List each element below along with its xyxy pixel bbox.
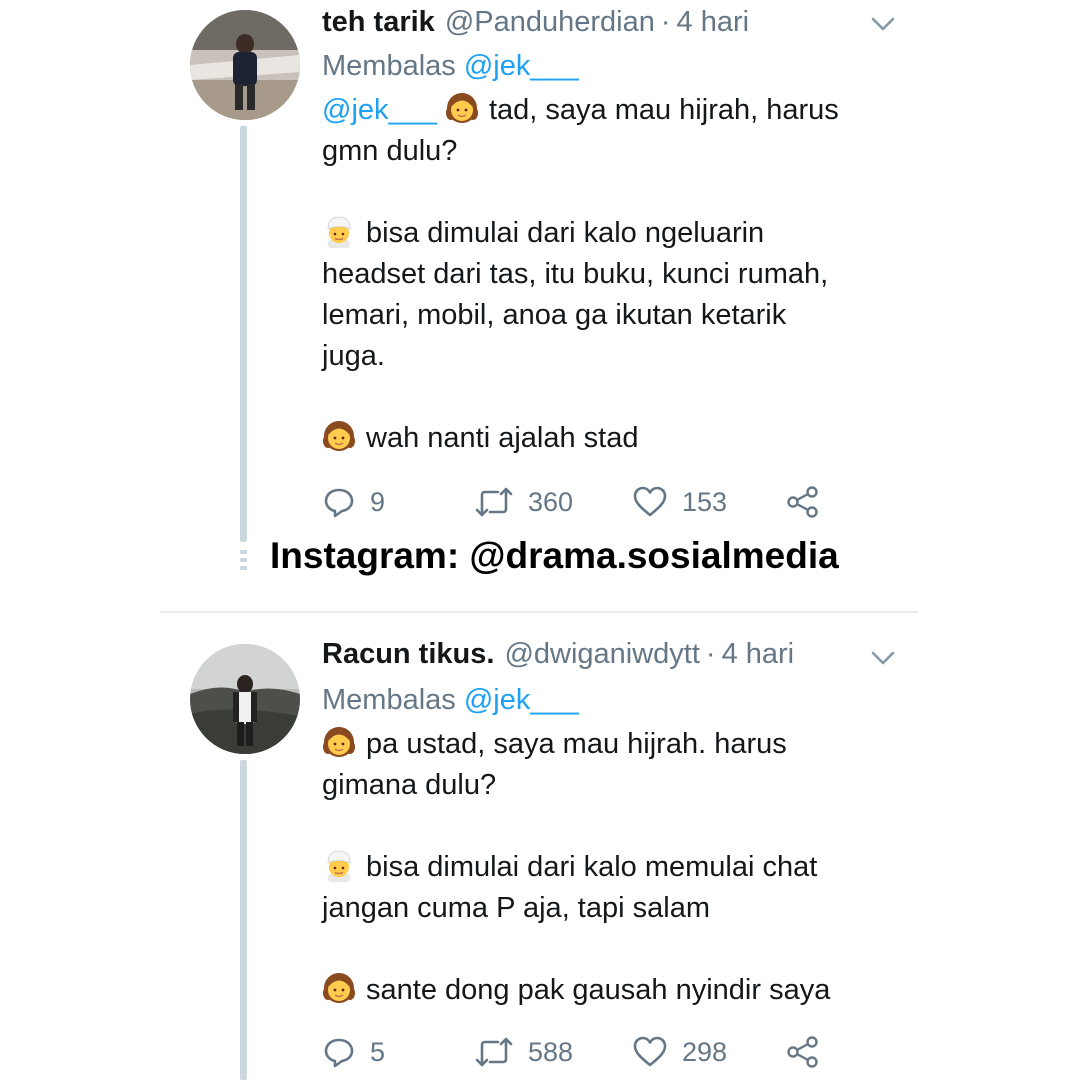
share-icon [786, 485, 820, 519]
caret-down-icon[interactable] [870, 648, 896, 668]
tweet-line: @jek___ tad, saya mau hijrah, harus [322, 90, 902, 131]
timestamp[interactable]: 4 hari [677, 6, 750, 39]
username[interactable]: @Panduherdian [445, 6, 655, 39]
girl-emoji-icon [322, 725, 356, 759]
reply-icon [322, 1035, 356, 1069]
retweet-button[interactable]: 360 [474, 482, 573, 522]
tweet-actions: 5 588 298 [322, 1032, 842, 1072]
girl-emoji-icon [445, 91, 479, 125]
replying-to-mention[interactable]: @jek___ [464, 50, 579, 82]
separator: · [660, 5, 671, 38]
like-count: 153 [682, 486, 728, 517]
reply-icon [322, 485, 356, 519]
tweet-line-text: wah nanti ajalah stad [366, 422, 639, 454]
tweet-line: juga. [322, 340, 385, 372]
like-icon [632, 1035, 668, 1069]
tweet-1[interactable]: teh tarik @Panduherdian · 4 hari Membala… [0, 0, 1080, 600]
separator: · [705, 637, 716, 670]
replying-to: Membalas @jek___ [322, 684, 579, 717]
share-button[interactable] [786, 1032, 820, 1072]
thread-dots [240, 550, 247, 578]
tweet-line: jangan cuma P aja, tapi salam [322, 892, 710, 924]
retweet-icon [474, 1035, 514, 1069]
retweet-button[interactable]: 588 [474, 1032, 573, 1072]
like-count: 298 [682, 1036, 728, 1067]
display-name[interactable]: teh tarik [322, 6, 435, 39]
tweet-actions: 9 360 153 [322, 482, 842, 522]
man-with-turban-emoji-icon [322, 848, 356, 882]
replying-to-mention[interactable]: @jek___ [464, 684, 579, 716]
like-icon [632, 485, 668, 519]
display-name[interactable]: Racun tikus. [322, 638, 494, 671]
girl-emoji-icon [322, 971, 356, 1005]
caret-down-icon[interactable] [870, 14, 896, 34]
tweet-line: wah nanti ajalah stad [322, 418, 902, 459]
tweet-line-text: pa ustad, saya mau hijrah. harus [366, 728, 787, 760]
like-button[interactable]: 153 [632, 482, 727, 522]
share-icon [786, 1035, 820, 1069]
share-button[interactable] [786, 482, 820, 522]
watermark: Instagram: @drama.sosialmedia [270, 535, 839, 576]
tweet-2[interactable]: Racun tikus. @dwiganiwdytt · 4 hari Memb… [0, 614, 1080, 1080]
tweet-line: bisa dimulai dari kalo ngeluarin [322, 213, 902, 254]
tweet-line-text: sante dong pak gausah nyindir saya [366, 974, 831, 1006]
thread-line [240, 126, 247, 542]
tweet-line: pa ustad, saya mau hijrah. harus [322, 724, 902, 765]
tweet-line-text: bisa dimulai dari kalo memulai chat [366, 851, 818, 883]
replying-to-label: Membalas [322, 684, 456, 716]
divider [160, 611, 918, 613]
tweet-line: sante dong pak gausah nyindir saya [322, 970, 902, 1011]
retweet-icon [474, 485, 514, 519]
avatar[interactable] [190, 10, 300, 120]
tweet-text: @jek___ tad, saya mau hijrah, harus gmn … [322, 90, 902, 459]
retweet-count: 588 [528, 1036, 574, 1067]
girl-emoji-icon [322, 419, 356, 453]
thread-line [240, 760, 247, 1080]
username[interactable]: @dwiganiwdytt [504, 638, 699, 671]
replying-to: Membalas @jek___ [322, 50, 579, 83]
mention-link[interactable]: @jek___ [322, 94, 437, 126]
tweet-header: Racun tikus. @dwiganiwdytt · 4 hari [322, 632, 794, 676]
timestamp[interactable]: 4 hari [722, 638, 795, 671]
replying-to-label: Membalas [322, 50, 456, 82]
retweet-count: 360 [528, 486, 574, 517]
reply-count: 5 [370, 1036, 386, 1067]
reply-button[interactable]: 5 [322, 1032, 385, 1072]
tweet-line: gmn dulu? [322, 135, 458, 167]
reply-count: 9 [370, 486, 386, 517]
avatar[interactable] [190, 644, 300, 754]
tweet-text: pa ustad, saya mau hijrah. harus gimana … [322, 724, 902, 1011]
tweet-line-text: tad, saya mau hijrah, harus [488, 94, 839, 126]
man-with-turban-emoji-icon [322, 214, 356, 248]
like-button[interactable]: 298 [632, 1032, 727, 1072]
tweet-line: bisa dimulai dari kalo memulai chat [322, 847, 902, 888]
tweet-line: lemari, mobil, anoa ga ikutan ketarik [322, 299, 787, 331]
tweet-line: headset dari tas, itu buku, kunci rumah, [322, 258, 829, 290]
tweet-line: gimana dulu? [322, 769, 497, 801]
reply-button[interactable]: 9 [322, 482, 385, 522]
tweet-header: teh tarik @Panduherdian · 4 hari [322, 0, 749, 44]
tweet-line-text: bisa dimulai dari kalo ngeluarin [366, 217, 765, 249]
